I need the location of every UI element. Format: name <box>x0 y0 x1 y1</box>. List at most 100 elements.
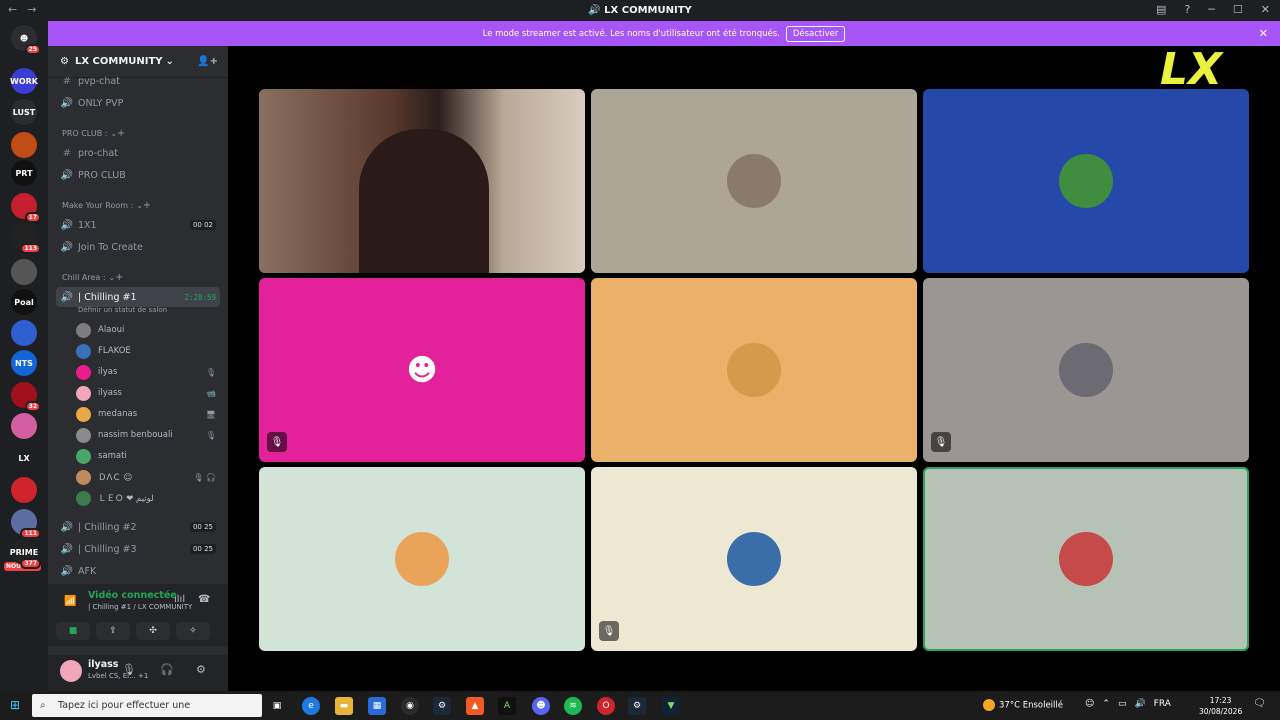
server-icon[interactable]: PRT <box>11 160 37 186</box>
server-icon[interactable]: 113 <box>11 224 41 254</box>
store-icon[interactable]: ▦ <box>368 697 386 715</box>
direct-messages-button[interactable]: ☻ 25 <box>11 25 41 55</box>
video-tile[interactable]: 🎙 <box>591 467 917 651</box>
signal-icon[interactable]: 📶 <box>64 596 76 607</box>
server-icon[interactable]: NTS <box>11 350 37 376</box>
server-icon[interactable]: WORK <box>10 68 38 94</box>
disconnect-icon[interactable]: ☎ <box>198 594 210 605</box>
weather-widget[interactable]: 37°C Ensoleillé <box>983 699 1063 711</box>
channel-name: | Chilling #1 <box>78 291 137 303</box>
member-name: samati <box>98 451 127 461</box>
create-channel-icon[interactable]: + <box>115 272 123 283</box>
video-tile[interactable]: 🎙 <box>923 278 1249 462</box>
voice-member[interactable]: samati <box>76 446 220 466</box>
server-icon[interactable] <box>11 477 37 503</box>
voice-member[interactable]: ilyass 📹 <box>76 383 220 403</box>
channel-status-hint[interactable]: Définir un statut de salon <box>78 306 167 314</box>
server-icon[interactable] <box>11 259 37 285</box>
steam-running-icon[interactable]: ⚙ <box>628 697 646 715</box>
video-tile[interactable] <box>259 89 585 273</box>
vlc-icon[interactable]: ▼ <box>662 697 680 715</box>
voice-member[interactable]: ＤΛＣ ☺ 🎙 🎧 <box>76 467 220 487</box>
server-icon[interactable]: LUST <box>11 99 37 125</box>
voice-channel[interactable]: 🔊 | Chilling #3 00 25 <box>56 539 220 559</box>
server-icon[interactable]: 111 <box>11 509 41 539</box>
speaker-icon: 🔊 <box>60 291 74 303</box>
chevron-down-icon: ⌄ <box>110 128 118 138</box>
text-channel[interactable]: # pro-chat <box>56 143 220 163</box>
voice-member[interactable]: ＬＥＯ ❤ ﻟﻮﺗﻴﻢ <box>76 488 220 508</box>
people-icon[interactable]: ☺ <box>1085 699 1094 709</box>
chrome-icon[interactable]: ◉ <box>401 697 419 715</box>
maximize-button[interactable]: ☐ <box>1233 3 1243 16</box>
minimize-button[interactable]: ─ <box>1208 3 1215 16</box>
noise-suppression-icon[interactable]: ılıl <box>174 594 185 605</box>
text-channel[interactable]: # pvp-chat <box>56 71 220 91</box>
edge-icon[interactable]: e <box>302 697 320 715</box>
settings-gear-icon[interactable]: ⚙ <box>196 663 206 676</box>
server-icon[interactable] <box>11 413 37 439</box>
server-icon[interactable]: 17 <box>11 193 41 223</box>
video-tile[interactable] <box>923 467 1249 651</box>
voice-channel[interactable]: 🔊 Join To Create <box>56 237 220 257</box>
server-icon[interactable] <box>11 320 37 346</box>
avatar[interactable] <box>60 660 82 682</box>
network-icon[interactable]: ▭ <box>1118 699 1127 709</box>
file-explorer-icon[interactable]: ▬ <box>335 697 353 715</box>
voice-member[interactable]: ilyas 🎙 <box>76 362 220 382</box>
discord-icon[interactable]: ☻ <box>532 697 550 715</box>
member-name: FLAKOE <box>98 346 131 356</box>
channel-category[interactable]: PRO CLUB : ⌄ + <box>56 123 220 143</box>
voice-channel[interactable]: 🔊 AFK <box>56 561 220 581</box>
disable-streamer-button[interactable]: Désactiver <box>785 25 846 42</box>
brave-icon[interactable]: ▲ <box>466 697 484 715</box>
notifications-icon[interactable]: 🗨 <box>1253 698 1266 709</box>
video-tile[interactable] <box>923 89 1249 273</box>
server-icon[interactable]: LX <box>11 445 37 471</box>
voice-member[interactable]: FLAKOE <box>76 341 220 361</box>
video-tile[interactable]: ☻ 🎙 <box>259 278 585 462</box>
app-a-icon[interactable]: A <box>498 697 516 715</box>
task-view-icon[interactable]: ▣ <box>268 697 286 715</box>
active-voice-channel[interactable]: 🔊 | Chilling #1 2:28:59 <box>56 287 220 307</box>
clock[interactable]: 17:23 30/08/2026 <box>1199 695 1242 717</box>
microphone-icon[interactable]: 🎙 <box>122 663 136 676</box>
create-channel-icon[interactable]: + <box>143 200 151 211</box>
server-icon[interactable]: PRIME 377 <box>10 539 41 569</box>
channel-category[interactable]: Make Your Room : ⌄ + <box>56 195 220 215</box>
video-tile[interactable] <box>591 278 917 462</box>
voice-channel[interactable]: 🔊 1X1 00 02 <box>56 215 220 235</box>
language-indicator[interactable]: FRA <box>1154 699 1171 709</box>
spotify-icon[interactable]: ≋ <box>564 697 582 715</box>
voice-member[interactable]: nassim benbouali 🎙 <box>76 425 220 445</box>
inbox-icon[interactable]: ▤ <box>1156 3 1166 16</box>
windows-start-icon[interactable]: ⊞ <box>10 698 20 712</box>
server-icon[interactable] <box>11 132 37 158</box>
soundboard-button[interactable]: ✧ <box>176 622 210 640</box>
help-icon[interactable]: ? <box>1184 3 1190 16</box>
camera-button[interactable]: ■ <box>56 622 90 640</box>
screen-share-button[interactable]: ⇪ <box>96 622 130 640</box>
close-window-button[interactable]: ✕ <box>1261 3 1270 16</box>
windows-taskbar: ⊞ ⌕ Tapez ici pour effectuer une ▣ e ▬ ▦… <box>0 691 1280 720</box>
opera-icon[interactable]: O <box>597 697 615 715</box>
server-icon[interactable]: Poal <box>11 289 37 315</box>
video-tile[interactable] <box>259 467 585 651</box>
voice-channel[interactable]: 🔊 PRO CLUB <box>56 165 220 185</box>
invite-people-icon[interactable]: 👤+ <box>197 56 218 67</box>
taskbar-search[interactable]: ⌕ Tapez ici pour effectuer une <box>32 694 262 717</box>
steam-icon[interactable]: ⚙ <box>433 697 451 715</box>
video-tile[interactable] <box>591 89 917 273</box>
voice-channel[interactable]: 🔊 | Chilling #2 00 25 <box>56 517 220 537</box>
activities-button[interactable]: ✣ <box>136 622 170 640</box>
voice-channel[interactable]: 🔊 ONLY PVP <box>56 93 220 113</box>
server-icon[interactable]: 32 <box>11 382 41 412</box>
channel-category[interactable]: Chill Area : ⌄ + <box>56 267 220 287</box>
volume-icon[interactable]: 🔊 <box>1134 699 1145 709</box>
hidden-icons-icon[interactable]: ⌃ <box>1102 699 1110 709</box>
close-icon[interactable]: ✕ <box>1259 27 1268 40</box>
voice-member[interactable]: Alaoui <box>76 320 220 340</box>
create-channel-icon[interactable]: + <box>117 128 125 139</box>
headphones-icon[interactable]: 🎧 <box>160 663 174 676</box>
voice-member[interactable]: medanas 🖥 <box>76 404 220 424</box>
